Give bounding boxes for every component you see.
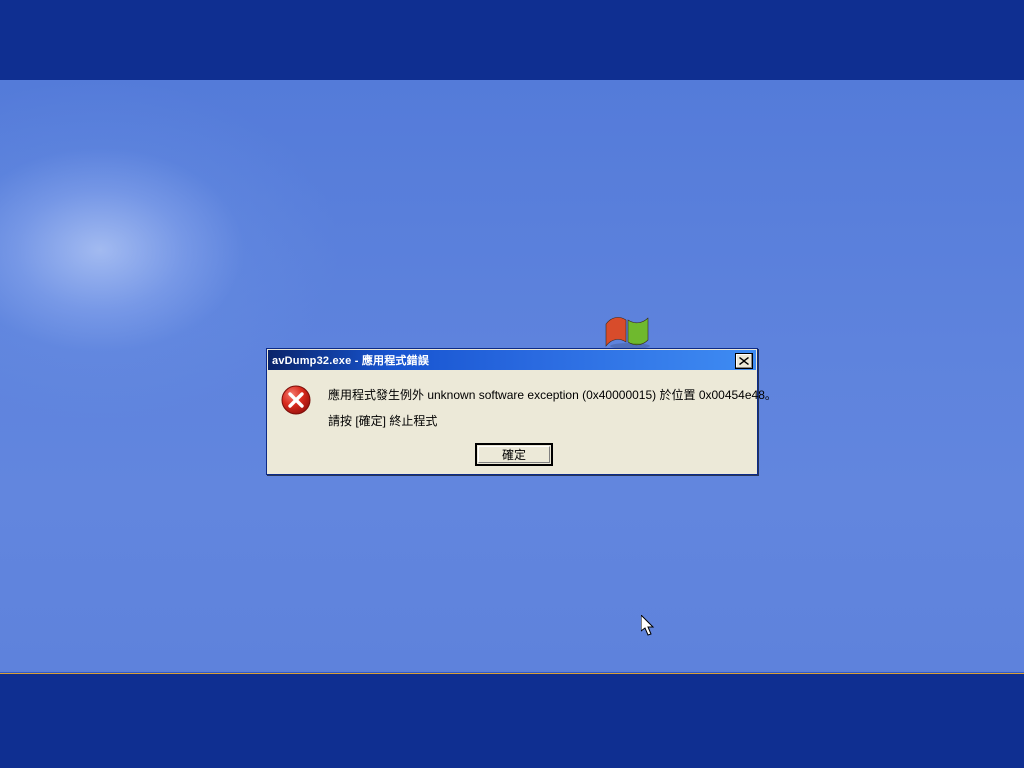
- dialog-body: 應用程式發生例外 unknown software exception (0x4…: [268, 370, 756, 473]
- bottom-navy-band: [0, 674, 1024, 768]
- ok-button[interactable]: 確定: [476, 444, 552, 465]
- close-icon: [739, 357, 749, 365]
- error-icon: [280, 384, 312, 416]
- error-dialog: avDump32.exe - 應用程式錯誤: [266, 348, 758, 475]
- ok-button-label: 確定: [502, 446, 526, 463]
- error-message-line2: 請按 [確定] 終止程式: [328, 414, 437, 428]
- top-navy-band: [0, 0, 1024, 80]
- close-button[interactable]: [735, 353, 753, 369]
- dialog-frame: avDump32.exe - 應用程式錯誤: [266, 348, 758, 475]
- dialog-titlebar[interactable]: avDump32.exe - 應用程式錯誤: [268, 350, 756, 370]
- dialog-title: avDump32.exe - 應用程式錯誤: [272, 352, 429, 368]
- error-message-line1: 應用程式發生例外 unknown software exception (0x4…: [328, 388, 744, 402]
- desktop-background: avDump32.exe - 應用程式錯誤: [0, 0, 1024, 768]
